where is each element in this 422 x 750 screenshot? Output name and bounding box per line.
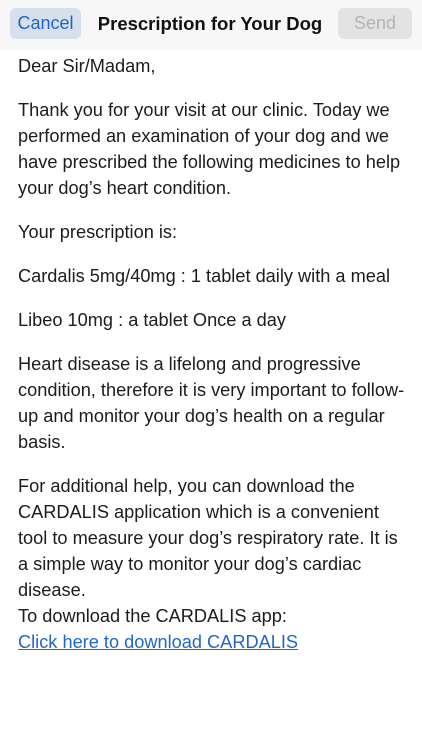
medicine-item-libeo: Libeo 10mg : a tablet Once a day — [18, 310, 286, 330]
greeting-text: Dear Sir/Madam, — [18, 56, 156, 76]
intro-paragraph: Thank you for your visit at our clinic. … — [18, 100, 401, 198]
medicine-item-cardalis: Cardalis 5mg/40mg : 1 tablet daily with … — [18, 266, 391, 286]
cancel-button[interactable]: Cancel — [10, 8, 81, 39]
send-button[interactable]: Send — [338, 8, 412, 39]
download-prompt: To download the CARDALIS app: — [18, 606, 287, 626]
heart-disease-paragraph: Heart disease is a lifelong and progress… — [18, 354, 405, 452]
additional-help-paragraph: For additional help, you can download th… — [18, 476, 398, 600]
message-body[interactable]: Dear Sir/Madam, Thank you for your visit… — [18, 53, 410, 655]
page-title: Prescription for Your Dog — [97, 13, 323, 34]
prescription-heading: Your prescription is: — [18, 222, 178, 242]
navigation-bar: Cancel Prescription for Your Dog Send — [0, 0, 422, 50]
download-cardalis-link[interactable]: Click here to download CARDALIS — [18, 632, 298, 652]
